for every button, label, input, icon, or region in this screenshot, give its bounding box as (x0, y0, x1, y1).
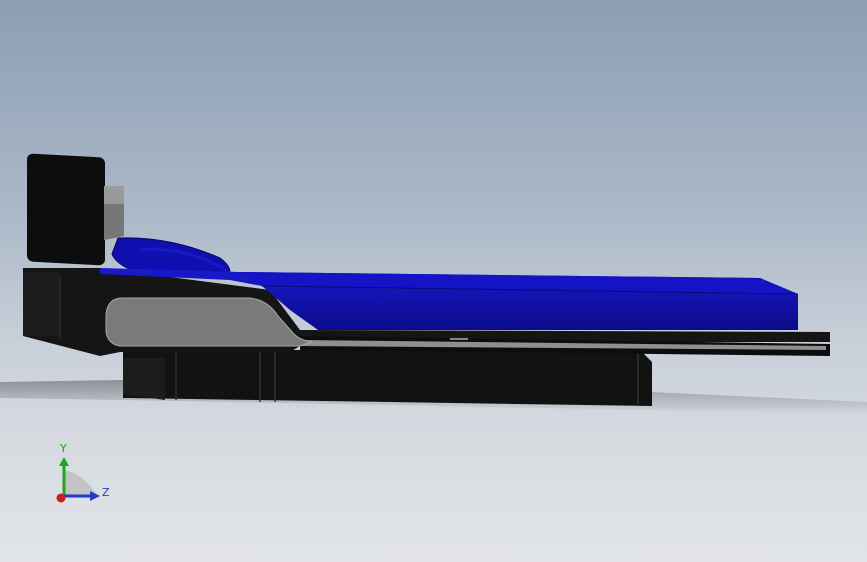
y-axis-label: Y (60, 442, 67, 455)
z-axis-label: Z (102, 486, 110, 499)
graphics-viewport[interactable]: Y Z (0, 0, 867, 562)
bed-3d-model[interactable] (0, 0, 867, 562)
headboard (27, 153, 124, 266)
x-axis-dot (56, 493, 66, 503)
bed-base (123, 350, 652, 406)
axis-triad-graphic (56, 457, 100, 503)
view-triad[interactable]: Y Z (40, 440, 120, 510)
triad-plane-shading (64, 470, 98, 496)
